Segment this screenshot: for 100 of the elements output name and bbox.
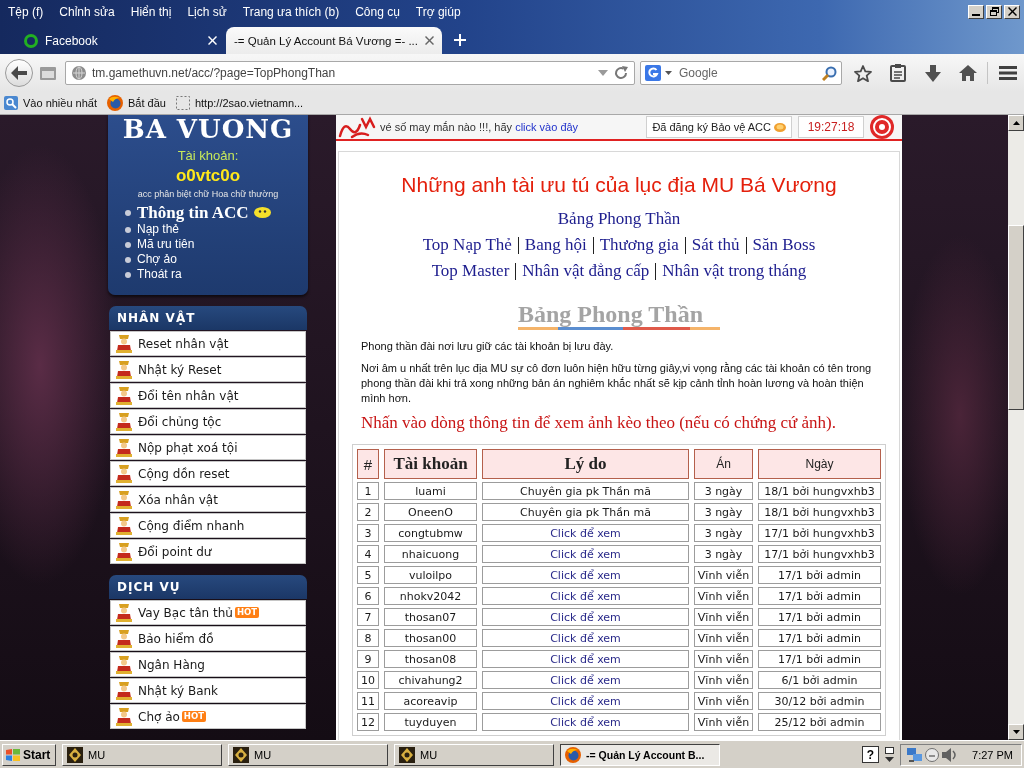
plus-icon[interactable] xyxy=(454,34,466,46)
view-link[interactable]: Click để xem xyxy=(550,568,621,582)
nav-link[interactable]: Săn Boss xyxy=(752,235,816,255)
view-link[interactable]: Click để xem xyxy=(550,715,621,729)
menu-item[interactable]: Cộng điểm nhanh xyxy=(110,513,306,538)
menu-item[interactable]: Nhật ký Bank xyxy=(110,678,306,703)
bookmark-item[interactable]: Bắt đầu xyxy=(107,95,166,111)
search-icon[interactable] xyxy=(822,65,837,81)
target-icon[interactable] xyxy=(868,115,896,139)
minimize-button[interactable] xyxy=(968,4,984,19)
back-button[interactable] xyxy=(5,59,33,87)
menu-item[interactable]: Lịch sử xyxy=(187,4,227,19)
help-button[interactable]: ? xyxy=(862,746,880,763)
menu-icon[interactable] xyxy=(998,66,1017,80)
star-icon[interactable] xyxy=(853,64,872,82)
protection-status: Đã đăng ký Bảo vệ ACC xyxy=(646,116,792,138)
reload-icon[interactable] xyxy=(614,66,628,80)
sidebar-link[interactable]: Mã ưu tiên xyxy=(137,237,195,252)
sidebar-link[interactable]: Thoát ra xyxy=(137,267,182,282)
minus-circle-icon[interactable] xyxy=(925,747,940,762)
up-arrow-icon xyxy=(1012,121,1020,125)
download-arrow-icon[interactable] xyxy=(924,64,941,82)
close-button[interactable] xyxy=(1004,4,1020,19)
banner-link[interactable]: click vào đây xyxy=(515,121,579,133)
view-link[interactable]: Click để xem xyxy=(550,526,621,540)
nav-link[interactable]: Nhân vật trong tháng xyxy=(662,261,807,281)
taskbar-button[interactable]: MU xyxy=(62,743,222,766)
menu-item[interactable]: Công cụ xyxy=(355,4,400,19)
sidebar-link[interactable]: Nạp thẻ xyxy=(137,222,180,237)
bookmark-item[interactable]: http://2sao.vietnamn... xyxy=(175,96,304,110)
home-icon[interactable] xyxy=(958,65,977,81)
table-cell: 18/1 bởi hungvxhb3 xyxy=(758,503,881,521)
close-icon[interactable] xyxy=(208,36,217,45)
nav-link[interactable]: Top Nạp Thẻ xyxy=(422,235,512,255)
tab[interactable]: Facebook xyxy=(14,27,226,54)
view-link[interactable]: Click để xem xyxy=(550,631,621,645)
menu-item[interactable]: Nộp phạt xoá tội xyxy=(110,435,306,460)
nav-link[interactable]: Bảng Phong Thần xyxy=(557,209,681,229)
view-link[interactable]: Click để xem xyxy=(550,652,621,666)
close-icon[interactable] xyxy=(425,36,434,45)
scrollbar-thumb[interactable] xyxy=(1008,225,1024,410)
logo-tile-icon[interactable] xyxy=(645,65,661,81)
restore-button[interactable] xyxy=(986,4,1002,19)
menu-item[interactable]: Tệp (f) xyxy=(8,4,44,19)
view-link[interactable]: Click để xem xyxy=(550,673,621,687)
view-link[interactable]: Click để xem xyxy=(550,547,621,561)
coin-icon xyxy=(774,122,786,132)
clipboard-icon[interactable] xyxy=(889,64,906,82)
nav-link[interactable]: Nhân vật đẳng cấp xyxy=(522,261,650,281)
menu-item[interactable]: Reset nhân vật xyxy=(110,331,306,356)
table-cell: 17/1 bởi admin xyxy=(758,566,881,584)
taskbar-button[interactable]: MU xyxy=(394,743,554,766)
hot-badge: HOT xyxy=(234,607,260,618)
nav-link[interactable]: Thương gia xyxy=(599,235,679,255)
dropdown-triangle-icon[interactable] xyxy=(598,70,608,76)
caret-icon[interactable] xyxy=(665,71,672,75)
sidebar-link[interactable]: Thông tin ACC xyxy=(137,203,249,222)
sidebar-link[interactable]: Chợ ảo xyxy=(137,252,177,267)
banner-clock: 19:27:18 xyxy=(798,116,864,138)
menu-item[interactable]: Bảo hiểm đồ xyxy=(110,626,306,651)
nav-link[interactable]: Sát thủ xyxy=(691,235,740,255)
nav-link[interactable]: Bang hội xyxy=(524,235,587,255)
menu-item[interactable]: Trợ giúp xyxy=(415,4,461,19)
minimize-icon xyxy=(972,13,980,16)
menu-item[interactable]: Đổi point dư xyxy=(110,539,306,564)
globe-logo-icon xyxy=(107,95,123,111)
menu-item[interactable]: Chợ ảo HOT xyxy=(110,704,306,729)
menu-item[interactable]: Đổi tên nhân vật xyxy=(110,383,306,408)
golden-figure-icon xyxy=(116,386,132,405)
view-link[interactable]: Click để xem xyxy=(550,610,621,624)
menu-item[interactable]: Trang ưa thích (b) xyxy=(242,4,340,19)
golden-figure-icon xyxy=(116,681,132,700)
scrollbar[interactable] xyxy=(1008,115,1024,740)
scroll-down-button[interactable] xyxy=(1008,724,1024,740)
menu-item[interactable]: Cộng dồn reset xyxy=(110,461,306,486)
table-cell: luami xyxy=(384,482,477,500)
address-field[interactable]: tm.gamethuvn.net/acc/?page=TopPhongThan xyxy=(65,61,635,85)
menu-item[interactable]: Xóa nhân vật xyxy=(110,487,306,512)
network-icon[interactable] xyxy=(907,747,923,762)
tab[interactable]: -= Quản Lý Account Bá Vương =- ... xyxy=(226,27,442,54)
menu-item[interactable]: Đổi chủng tộc xyxy=(110,409,306,434)
table-cell: 17/1 bởi hungvxhb3 xyxy=(758,524,881,542)
menu-item[interactable]: Chỉnh sửa xyxy=(59,4,115,19)
start-button[interactable]: Start xyxy=(2,743,56,766)
taskbar-button[interactable]: MU xyxy=(228,743,388,766)
view-link[interactable]: Click để xem xyxy=(550,589,621,603)
menu-item[interactable]: Nhật ký Reset xyxy=(110,357,306,382)
window-caret-icon[interactable] xyxy=(885,747,895,762)
menu-item[interactable]: Ngân Hàng xyxy=(110,652,306,677)
menu-item[interactable]: Hiển thị xyxy=(130,4,172,19)
speaker-icon[interactable] xyxy=(942,747,958,762)
table-cell: 1 xyxy=(357,482,379,500)
menu-item[interactable]: Vay Bạc tân thủ HOT xyxy=(110,600,306,625)
bookmark-item[interactable]: Vào nhiều nhất xyxy=(4,96,97,110)
nav-link[interactable]: Top Master xyxy=(431,261,510,281)
taskbar-button[interactable]: -= Quản Lý Account B... xyxy=(560,743,720,766)
search-field[interactable]: Google xyxy=(640,61,842,85)
view-link[interactable]: Click để xem xyxy=(550,694,621,708)
table-cell: nhokv2042 xyxy=(384,587,477,605)
scroll-up-button[interactable] xyxy=(1008,115,1024,131)
